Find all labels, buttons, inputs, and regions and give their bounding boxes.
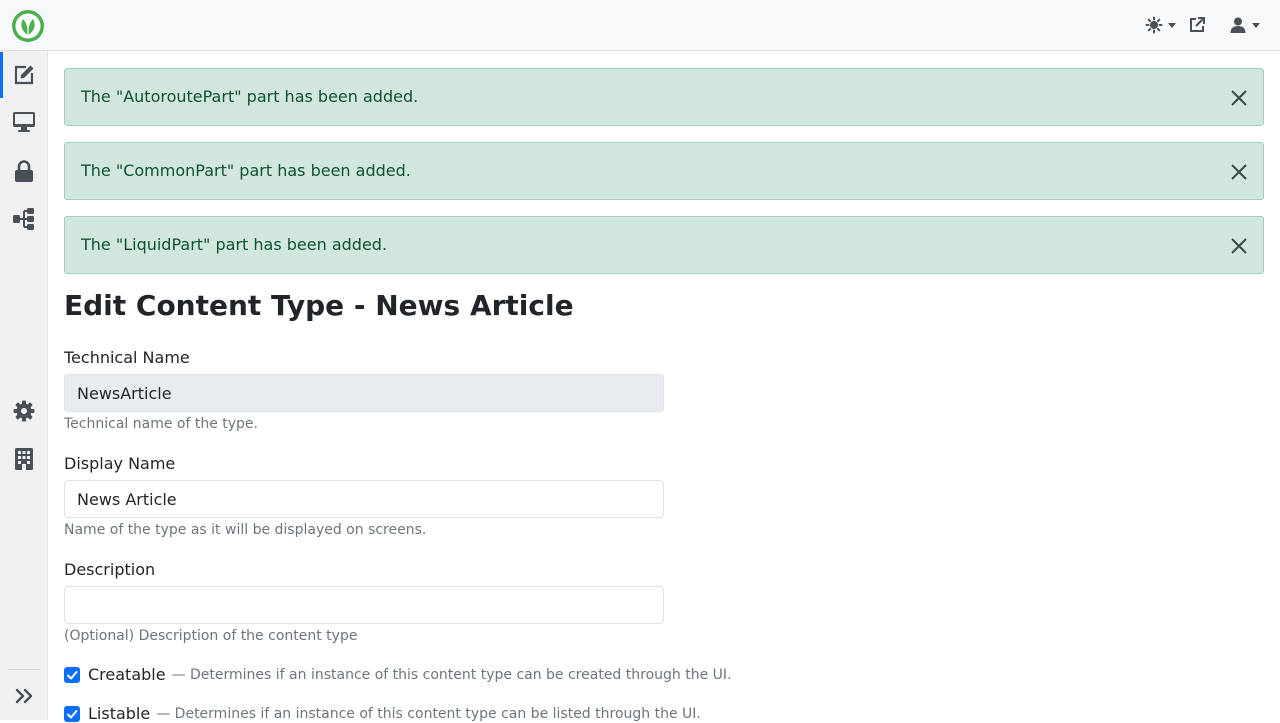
building-icon — [15, 448, 33, 470]
technical-name-label: Technical Name — [64, 348, 190, 367]
sidebar-item-design[interactable] — [0, 99, 48, 145]
technical-name-input[interactable] — [64, 374, 664, 412]
chevron-down-icon — [1252, 22, 1260, 28]
leaf-logo-icon[interactable] — [11, 9, 45, 43]
external-link-icon — [1190, 17, 1205, 32]
alert-message: The "LiquidPart" part has been added. — [81, 235, 388, 254]
sidebar-item-security[interactable] — [0, 148, 48, 194]
desktop-icon — [13, 112, 35, 132]
success-alert: The "LiquidPart" part has been added. — [64, 216, 1264, 274]
sidebar-item-content[interactable] — [0, 52, 48, 98]
sidebar-divider — [8, 669, 40, 670]
creatable-label[interactable]: Creatable — [88, 665, 166, 684]
creatable-option: Creatable — Determines if an instance of… — [64, 665, 731, 684]
close-icon[interactable] — [1229, 236, 1249, 256]
alert-message: The "CommonPart" part has been added. — [81, 161, 411, 180]
sidebar-collapse-button[interactable] — [0, 673, 48, 719]
close-icon[interactable] — [1229, 88, 1249, 108]
gear-icon — [13, 400, 35, 422]
creatable-checkbox[interactable] — [64, 666, 80, 683]
user-icon — [1230, 17, 1246, 33]
sidebar-item-configuration[interactable] — [0, 388, 48, 434]
checkmark-icon — [67, 670, 78, 679]
description-label: Description — [64, 560, 156, 579]
listable-checkbox[interactable] — [64, 705, 80, 722]
display-name-hint: Name of the type as it will be displayed… — [64, 522, 427, 538]
display-name-label: Display Name — [64, 454, 176, 473]
edit-icon — [14, 65, 34, 85]
checkmark-icon — [67, 709, 78, 718]
theme-toggle-button[interactable] — [1145, 14, 1176, 36]
sidebar-item-workflows[interactable] — [0, 196, 48, 242]
alert-message: The "AutoroutePart" part has been added. — [81, 87, 419, 106]
theme-toggle-icon — [1145, 16, 1163, 34]
listable-hint: — Determines if an instance of this cont… — [156, 705, 701, 722]
technical-name-hint: Technical name of the type. — [64, 416, 258, 432]
creatable-hint: — Determines if an instance of this cont… — [171, 666, 732, 683]
double-chevron-right-icon — [15, 688, 33, 704]
display-name-input[interactable] — [64, 480, 664, 518]
listable-option: Listable — Determines if an instance of … — [64, 704, 701, 723]
workflow-icon — [13, 208, 34, 230]
sidebar — [0, 51, 48, 720]
close-icon[interactable] — [1229, 162, 1249, 182]
page-title: Edit Content Type - News Article — [64, 289, 574, 322]
view-site-button[interactable] — [1188, 14, 1206, 36]
description-input[interactable] — [64, 586, 664, 624]
listable-label[interactable]: Listable — [88, 704, 150, 723]
sidebar-item-tenants[interactable] — [0, 436, 48, 482]
success-alert: The "AutoroutePart" part has been added. — [64, 68, 1264, 126]
chevron-down-icon — [1168, 22, 1176, 28]
top-navbar — [0, 0, 1280, 51]
description-hint: (Optional) Description of the content ty… — [64, 628, 358, 644]
lock-icon — [15, 160, 33, 182]
user-menu-button[interactable] — [1229, 14, 1260, 36]
success-alert: The "CommonPart" part has been added. — [64, 142, 1264, 200]
